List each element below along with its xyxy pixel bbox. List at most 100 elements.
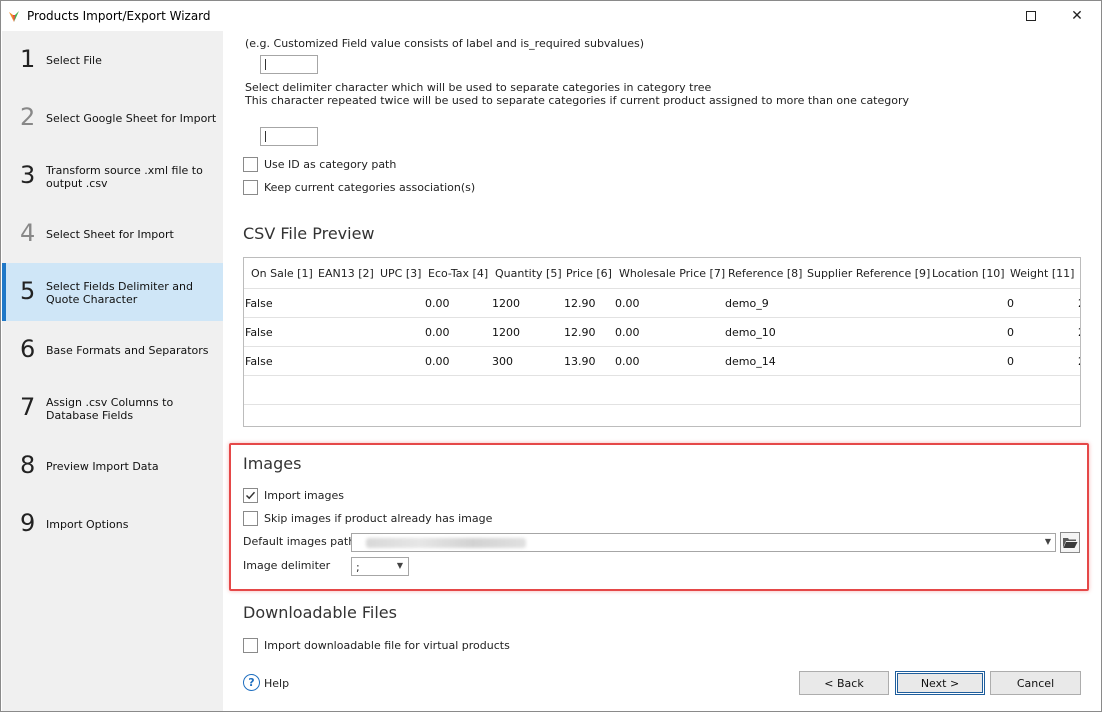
table-row[interactable]: False 0.00 300 13.90 0.00 demo_14 0 2: [244, 346, 1080, 375]
step-8[interactable]: 8 Preview Import Data: [2, 437, 223, 495]
cell-next-col: 2: [1078, 297, 1080, 310]
csv-preview-title: CSV File Preview: [243, 224, 375, 243]
text-caret: [265, 131, 266, 142]
main-content: (e.g. Customized Field value consists of…: [223, 31, 1101, 711]
table-row-empty: [244, 375, 1080, 404]
csv-preview-grid[interactable]: On Sale [1] EAN13 [2] UPC [3] Eco-Tax [4…: [243, 257, 1081, 427]
cell-eco-tax: 0.00: [425, 297, 450, 310]
column-header[interactable]: On Sale [1]: [251, 267, 313, 280]
image-delimiter-select[interactable]: ; ▼: [351, 557, 409, 576]
step-label: Assign .csv Columns to Database Fields: [46, 396, 174, 422]
back-button[interactable]: < Back: [799, 671, 889, 695]
grid-header-row: On Sale [1] EAN13 [2] UPC [3] Eco-Tax [4…: [244, 258, 1080, 288]
cell-quantity: 300: [492, 355, 513, 368]
cell-quantity: 1200: [492, 297, 520, 310]
step-label: Select Fields Delimiter and Quote Charac…: [46, 280, 193, 306]
import-downloadable-checkbox[interactable]: [243, 638, 258, 653]
chevron-down-icon[interactable]: ▼: [1045, 537, 1051, 546]
chevron-down-icon: ▼: [396, 561, 403, 570]
cell-on-sale: False: [245, 326, 273, 339]
column-header[interactable]: EAN13 [2]: [318, 267, 374, 280]
cancel-button[interactable]: Cancel: [990, 671, 1081, 695]
maximize-button[interactable]: [1008, 1, 1054, 31]
cell-eco-tax: 0.00: [425, 355, 450, 368]
cell-next-col: 2: [1078, 355, 1080, 368]
default-images-path-label: Default images path: [243, 535, 356, 548]
step-5[interactable]: 5 Select Fields Delimiter and Quote Char…: [2, 263, 223, 321]
maximize-icon: [1026, 11, 1036, 21]
skip-images-checkbox[interactable]: [243, 511, 258, 526]
window-title: Products Import/Export Wizard: [27, 9, 211, 23]
close-button[interactable]: ✕: [1054, 1, 1100, 31]
skip-images-label: Skip images if product already has image: [264, 512, 493, 525]
cell-reference: demo_10: [725, 326, 776, 339]
step-7[interactable]: 7 Assign .csv Columns to Database Fields: [2, 379, 223, 437]
column-header[interactable]: Weight [11]: [1010, 267, 1074, 280]
step-1[interactable]: 1 Select File: [2, 31, 223, 89]
browse-folder-button[interactable]: [1060, 532, 1080, 553]
step-2[interactable]: 2 Select Google Sheet for Import: [2, 89, 223, 147]
customized-delimiter-input[interactable]: [260, 55, 318, 74]
category-delimiter-description-2: This character repeated twice will be us…: [245, 94, 910, 107]
column-header[interactable]: Quantity [5]: [495, 267, 562, 280]
use-id-category-path-label: Use ID as category path: [264, 158, 397, 171]
use-id-category-path-checkbox[interactable]: [243, 157, 258, 172]
step-label: Base Formats and Separators: [46, 344, 209, 357]
cell-reference: demo_9: [725, 297, 769, 310]
help-icon[interactable]: ?: [243, 674, 260, 691]
blurred-path-value: [366, 538, 526, 548]
step-label: Import Options: [46, 518, 129, 531]
step-label: Select File: [46, 54, 102, 67]
app-logo-icon: [9, 11, 19, 22]
step-6[interactable]: 6 Base Formats and Separators: [2, 321, 223, 379]
active-step-indicator: [2, 263, 6, 321]
cell-price: 13.90: [564, 355, 596, 368]
column-header[interactable]: Location [10]: [932, 267, 1005, 280]
category-delimiter-description: Select delimiter character which will be…: [245, 81, 712, 94]
step-number: 1: [20, 45, 36, 73]
wizard-steps-sidebar: 1 Select File 2 Select Google Sheet for …: [2, 31, 223, 711]
step-4[interactable]: 4 Select Sheet for Import: [2, 205, 223, 263]
step-number: 7: [20, 393, 36, 421]
column-header[interactable]: Reference [8]: [728, 267, 802, 280]
table-row[interactable]: False 0.00 1200 12.90 0.00 demo_10 0 2: [244, 317, 1080, 346]
image-delimiter-label: Image delimiter: [243, 559, 331, 572]
cell-wholesale: 0.00: [615, 297, 640, 310]
step-number: 6: [20, 335, 36, 363]
next-button[interactable]: Next >: [895, 671, 985, 695]
category-delimiter-input[interactable]: [260, 127, 318, 146]
cell-on-sale: False: [245, 297, 273, 310]
import-images-checkbox[interactable]: [243, 488, 258, 503]
cell-reference: demo_14: [725, 355, 776, 368]
step-9[interactable]: 9 Import Options: [2, 495, 223, 553]
keep-categories-checkbox[interactable]: [243, 180, 258, 195]
text-caret: [265, 59, 266, 70]
downloadable-files-title: Downloadable Files: [243, 603, 397, 622]
step-label: Select Sheet for Import: [46, 228, 174, 241]
customized-field-note: (e.g. Customized Field value consists of…: [245, 37, 645, 50]
step-label: Select Google Sheet for Import: [46, 112, 217, 125]
column-header[interactable]: Price [6]: [566, 267, 612, 280]
table-row-empty: [244, 404, 1080, 426]
step-number: 9: [20, 509, 36, 537]
step-number: 8: [20, 451, 36, 479]
column-header[interactable]: UPC [3]: [380, 267, 421, 280]
step-number: 4: [20, 219, 36, 247]
default-images-path-input[interactable]: ▼: [351, 533, 1056, 552]
close-icon: ✕: [1071, 8, 1083, 24]
step-3[interactable]: 3 Transform source .xml file to output .…: [2, 147, 223, 205]
image-delimiter-value: ;: [356, 561, 360, 574]
cell-weight: 0: [1007, 297, 1014, 310]
keep-categories-label: Keep current categories association(s): [264, 181, 476, 194]
cell-eco-tax: 0.00: [425, 326, 450, 339]
cell-on-sale: False: [245, 355, 273, 368]
help-link[interactable]: Help: [264, 677, 289, 690]
wizard-window: Products Import/Export Wizard ✕ 1 Select…: [0, 0, 1102, 712]
column-header[interactable]: Eco-Tax [4]: [428, 267, 488, 280]
cell-weight: 0: [1007, 355, 1014, 368]
column-header[interactable]: Supplier Reference [9]: [807, 267, 930, 280]
table-row[interactable]: False 0.00 1200 12.90 0.00 demo_9 0 2: [244, 288, 1080, 317]
step-label: Transform source .xml file to output .cs…: [46, 164, 203, 190]
step-number: 2: [20, 103, 36, 131]
column-header[interactable]: Wholesale Price [7]: [619, 267, 725, 280]
